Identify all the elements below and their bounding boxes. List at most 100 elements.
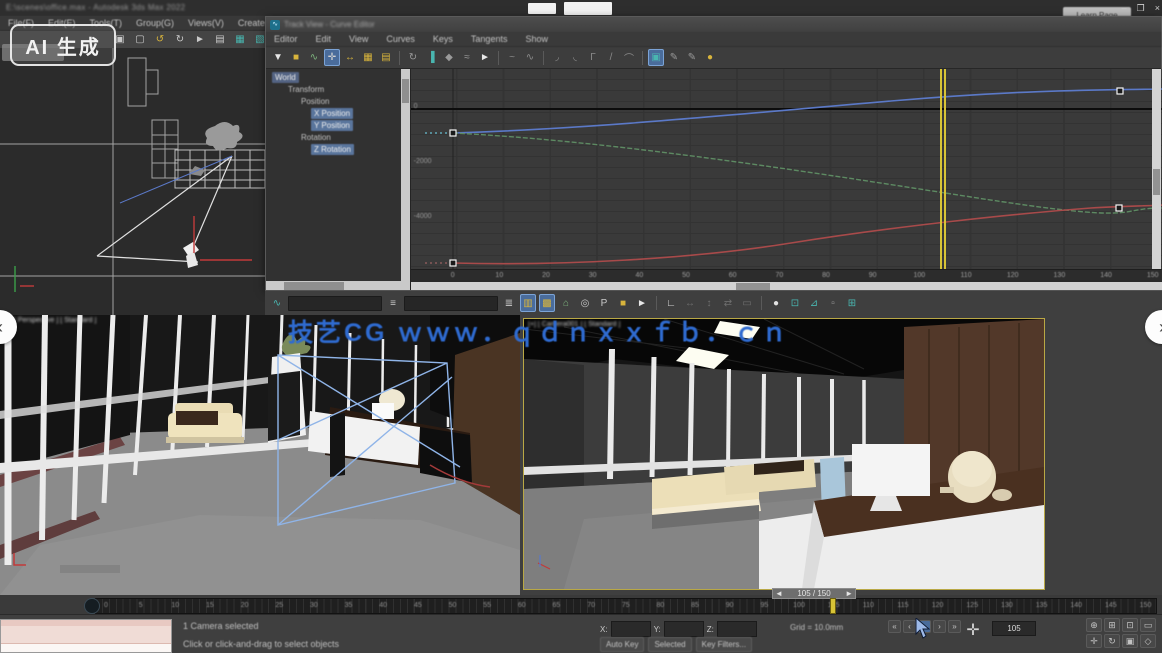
frame-back-arrow[interactable]: ◄ <box>775 589 783 598</box>
track-item-world[interactable]: World <box>266 72 410 83</box>
restore-button[interactable]: ❐ <box>1137 0 1145 16</box>
track-item-position[interactable]: Position <box>266 96 410 107</box>
zoom-all-icon[interactable]: ⊞ <box>1104 618 1120 632</box>
maxscript-mini-listener[interactable] <box>0 619 172 653</box>
animation-keys[interactable] <box>450 88 1123 266</box>
track-item-transform[interactable]: Transform <box>266 84 410 95</box>
frame-hat-icon[interactable]: ⌂ <box>558 294 574 312</box>
viewport-perspective[interactable]: [+] [ Perspective ] [ Standard ] <box>0 315 520 595</box>
filter-icon[interactable]: ▼ <box>270 49 286 66</box>
zoom-extents-icon[interactable]: ⊡ <box>1122 618 1138 632</box>
zoom-time-icon[interactable]: ⇄ <box>720 294 736 312</box>
isolate-dot-icon[interactable]: ▫ <box>825 294 841 312</box>
spinner-icon[interactable]: ◎ <box>577 294 593 312</box>
coord-field-z[interactable] <box>717 621 757 637</box>
select-object-icon[interactable]: ► <box>192 32 208 47</box>
ce-menu-keys[interactable]: Keys <box>433 32 453 46</box>
frame-horizontal-icon[interactable]: ∟ <box>663 294 679 312</box>
lock-selection-icon[interactable]: ■ <box>288 49 304 66</box>
zoom-icon[interactable]: ⊕ <box>1086 618 1102 632</box>
rectangular-selection-icon[interactable]: ▦ <box>232 32 248 47</box>
orbit-icon[interactable]: ↻ <box>1104 634 1120 648</box>
filter-list-icon[interactable]: ≣ <box>501 294 517 312</box>
close-button[interactable]: × <box>1155 0 1160 16</box>
viewport-label-left[interactable]: [+] [ Perspective ] [ Standard ] <box>4 317 96 324</box>
menu-groupg[interactable]: Group(G) <box>136 16 174 30</box>
tangent-spline-icon[interactable]: ∿ <box>522 49 538 66</box>
ce-menu-show[interactable]: Show <box>525 32 548 46</box>
timeline-knob[interactable] <box>84 598 100 614</box>
steering-wheel-icon[interactable]: ✛ <box>962 619 984 641</box>
slide-keys-icon[interactable]: ↔ <box>342 49 358 66</box>
unlink-selection-icon[interactable]: ▢ <box>132 32 148 47</box>
maximize-viewport-icon[interactable]: ▣ <box>1122 634 1138 648</box>
tangent-smooth-icon[interactable]: ⌒ <box>621 49 637 66</box>
add-keys-icon[interactable]: ● <box>702 49 718 66</box>
track-item-y-position[interactable]: Y Position <box>266 120 410 131</box>
key-stats-field[interactable] <box>404 296 498 311</box>
curve-graph-area[interactable]: 0-2000-4000 0102030405060708090100110120… <box>411 69 1161 291</box>
select-by-name-icon[interactable]: ▤ <box>212 32 228 47</box>
select-time-icon[interactable]: ▐ <box>423 49 439 66</box>
menu-viewsv[interactable]: Views(V) <box>188 16 224 30</box>
tangent-linear-icon[interactable]: / <box>603 49 619 66</box>
zoom-region-icon[interactable]: ⊿ <box>806 294 822 312</box>
track-hierarchy-panel[interactable]: WorldTransformPositionX PositionY Positi… <box>266 69 411 291</box>
time-ruler[interactable]: 0102030405060708090100110120130140150 <box>411 269 1162 283</box>
time-slider-handle[interactable]: ◄ 105 / 150 ► <box>772 588 856 599</box>
scale-values-icon[interactable]: ▤ <box>378 49 394 66</box>
zoom-extents-icon[interactable]: ⊞ <box>844 294 860 312</box>
move-keys-icon[interactable]: ✛ <box>324 49 340 66</box>
zoom-icon[interactable]: ⊡ <box>787 294 803 312</box>
tree-vertical-scrollbar[interactable] <box>401 69 410 281</box>
coord-field-x[interactable] <box>611 621 651 637</box>
go-to-start-icon[interactable]: « <box>888 620 901 633</box>
zoom-value-icon[interactable]: ↕ <box>701 294 717 312</box>
tangent-fast-icon[interactable]: ◞ <box>549 49 565 66</box>
auto-key-button[interactable]: Auto Key <box>600 637 644 652</box>
tangent-step-icon[interactable]: Γ <box>585 49 601 66</box>
next-frame-icon[interactable]: › <box>933 620 946 633</box>
viewport-top-wireframe[interactable] <box>0 48 265 315</box>
lock-icon[interactable]: ■ <box>615 294 631 312</box>
buffer-curves-icon[interactable]: ▣ <box>648 49 664 66</box>
go-to-end-icon[interactable]: » <box>948 620 961 633</box>
scale-keys-icon[interactable]: ▦ <box>360 49 376 66</box>
ce-menu-edit[interactable]: Edit <box>316 32 332 46</box>
frame-forward-arrow[interactable]: ► <box>845 589 853 598</box>
trackbar-time-marker[interactable] <box>830 598 836 614</box>
insert-keys-icon[interactable]: ◆ <box>441 49 457 66</box>
camera-body[interactable] <box>183 242 199 268</box>
pin-icon[interactable]: P <box>596 294 612 312</box>
ce-menu-editor[interactable]: Editor <box>274 32 298 46</box>
zoom-keys-icon[interactable]: ▩ <box>539 294 555 312</box>
key-stats-field[interactable] <box>288 296 382 311</box>
time-cursor[interactable] <box>940 69 948 282</box>
tangent-slow-icon[interactable]: ◟ <box>567 49 583 66</box>
select-cursor-icon[interactable]: ► <box>477 49 493 66</box>
viewport-camera001[interactable]: [+] [ Camera001 ] [ Standard ] <box>523 318 1045 590</box>
track-item-rotation[interactable]: Rotation <box>266 132 410 143</box>
coord-field-y[interactable] <box>664 621 704 637</box>
key-filters-button[interactable]: Key Filters... <box>696 637 752 652</box>
fov-icon[interactable]: ◇ <box>1140 634 1156 648</box>
draw-curves-icon[interactable]: ∿ <box>306 49 322 66</box>
trackbar-ruler[interactable]: 0510152025303540455055606570758085909510… <box>95 598 1157 614</box>
track-item-z-rotation[interactable]: Z Rotation <box>266 144 410 155</box>
ce-menu-tangents[interactable]: Tangents <box>471 32 508 46</box>
current-time-field[interactable]: 105 <box>992 621 1036 636</box>
zoom-sel-icon[interactable]: ▭ <box>739 294 755 312</box>
curve-editor-titlebar[interactable]: ∿ Track View - Curve Editor <box>266 17 1161 32</box>
curve-plot[interactable]: 0-2000-4000 <box>411 69 1162 269</box>
retime-tool-icon[interactable]: ↻ <box>405 49 421 66</box>
tangent-auto-icon[interactable]: ~ <box>504 49 520 66</box>
track-curve-icon[interactable]: ∿ <box>269 294 285 312</box>
pan-icon[interactable]: ✛ <box>1086 634 1102 648</box>
redo-icon[interactable]: ↻ <box>172 32 188 47</box>
pan-keys-icon[interactable]: ▥ <box>520 294 536 312</box>
ce-menu-view[interactable]: View <box>349 32 368 46</box>
ce-menu-curves[interactable]: Curves <box>386 32 415 46</box>
show-tangents-icon[interactable]: ✎ <box>666 49 682 66</box>
zoom-horiz-icon[interactable]: ↔ <box>682 294 698 312</box>
selection-set-dropdown[interactable]: Selected <box>648 637 691 652</box>
